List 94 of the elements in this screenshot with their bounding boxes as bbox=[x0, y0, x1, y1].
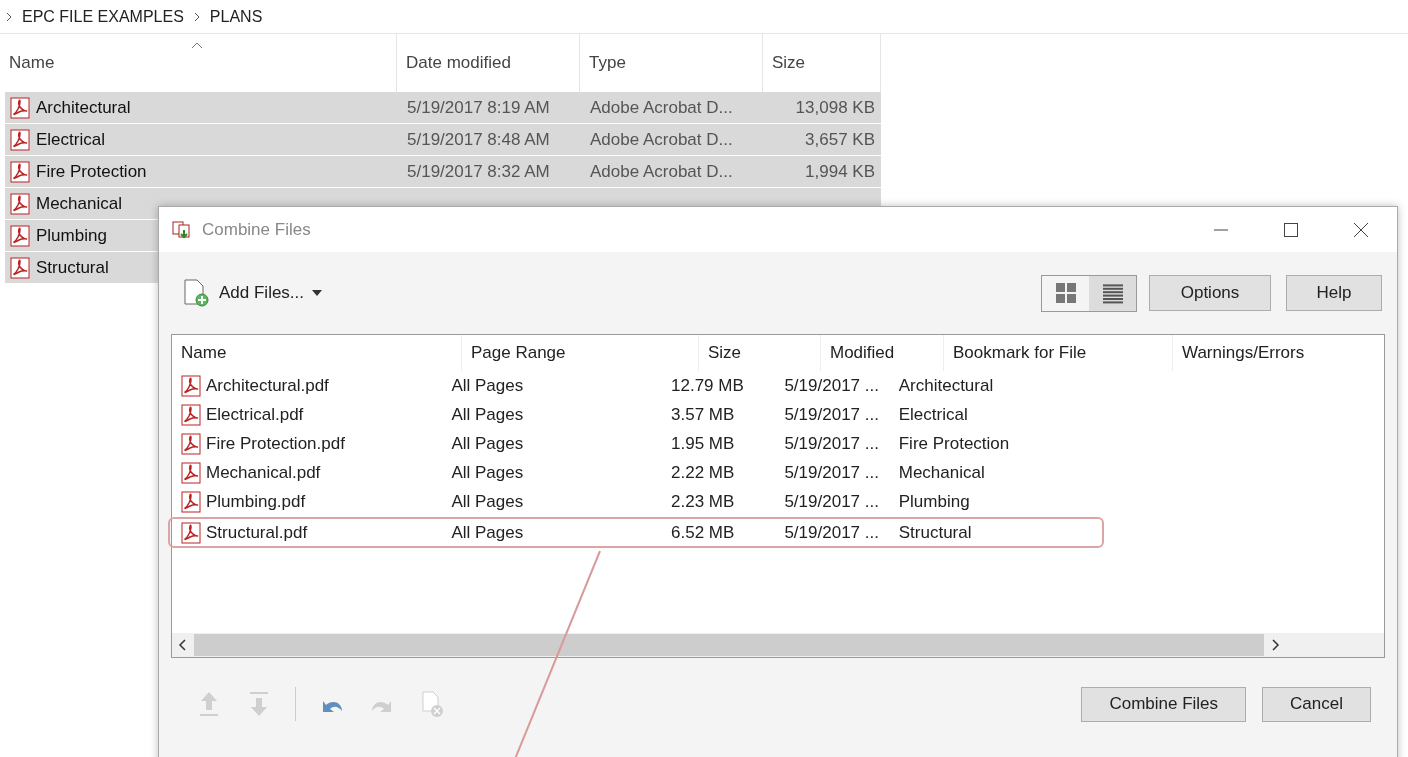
file-name: Plumbing bbox=[36, 225, 107, 246]
bookmark-cell-text: Plumbing bbox=[897, 490, 971, 513]
page-range-cell-text: All Pages bbox=[450, 432, 525, 455]
file-name: Mechanical.pdf bbox=[206, 462, 321, 483]
size-cell-text: 1,994 KB bbox=[804, 160, 876, 183]
window-title: Combine Files bbox=[202, 219, 311, 240]
type-cell-text: Adobe Acrobat D... bbox=[589, 96, 734, 119]
options-button[interactable]: Options bbox=[1149, 275, 1271, 311]
pdf-file-icon bbox=[180, 374, 202, 397]
page-range-cell-text: All Pages bbox=[450, 490, 525, 513]
modified-cell-text: 5/19/2017 ... bbox=[783, 461, 880, 484]
file-row[interactable]: Mechanical.pdf All Pages 2.22 MB 5/19/2017 ... Mechanical bbox=[168, 459, 1104, 486]
column-header[interactable]: Bookmark for File bbox=[944, 335, 1173, 371]
pdf-file-icon bbox=[9, 256, 31, 279]
pdf-file-icon bbox=[9, 160, 31, 183]
sort-caret-icon bbox=[191, 42, 203, 49]
bookmark-cell-text: Mechanical bbox=[897, 461, 986, 484]
column-header[interactable]: Warnings/Errors bbox=[1173, 335, 1383, 371]
list-view-button[interactable] bbox=[1089, 275, 1136, 311]
pdf-file-icon bbox=[9, 224, 31, 247]
size-cell-text: 2.23 MB bbox=[670, 490, 736, 513]
combine-files-icon bbox=[171, 219, 193, 240]
page-range-cell-text: All Pages bbox=[450, 461, 525, 484]
file-row[interactable]: Plumbing.pdf All Pages 2.23 MB 5/19/2017 ... Plumbing bbox=[168, 488, 1104, 515]
chevron-icon bbox=[6, 11, 12, 22]
maximize-icon[interactable] bbox=[1283, 221, 1299, 238]
bookmark-cell-text: Electrical bbox=[897, 403, 969, 426]
file-row[interactable]: Electrical 5/19/2017 8:48 AM Adobe Acrobat D... 3,657 KB bbox=[5, 124, 881, 156]
highlighted-row[interactable]: Structural.pdf All Pages 6.52 MB 5/19/2017 ... Structural bbox=[168, 517, 1104, 548]
file-row[interactable]: Electrical.pdf All Pages 3.57 MB 5/19/2017 ... Electrical bbox=[168, 401, 1104, 428]
breadcrumb-item[interactable]: EPC FILE EXAMPLES bbox=[22, 7, 184, 26]
page-range-cell-text: All Pages bbox=[450, 521, 525, 544]
bookmark-cell-text: Structural bbox=[897, 521, 973, 544]
help-button[interactable]: Help bbox=[1286, 275, 1382, 311]
combine-files-button[interactable]: Combine Files bbox=[1081, 686, 1247, 722]
file-name: Fire Protection bbox=[36, 161, 147, 182]
modified-cell-text: 5/19/2017 ... bbox=[783, 521, 880, 544]
grid-icon bbox=[1054, 282, 1077, 304]
size-cell-text: 6.52 MB bbox=[670, 521, 736, 544]
bookmark-cell-text: Fire Protection bbox=[897, 432, 1011, 455]
size-cell-text: 13,098 KB bbox=[794, 96, 876, 119]
file-name: Mechanical bbox=[36, 193, 122, 214]
close-icon[interactable] bbox=[1353, 221, 1369, 238]
type-cell-text: Adobe Acrobat D... bbox=[589, 128, 734, 151]
pdf-file-icon bbox=[180, 490, 202, 513]
list-icon bbox=[1101, 282, 1124, 304]
scroll-left-icon[interactable] bbox=[178, 639, 188, 651]
size-cell-text: 3,657 KB bbox=[804, 128, 876, 151]
pdf-file-icon bbox=[9, 128, 31, 151]
modified-cell-text: 5/19/2017 ... bbox=[783, 374, 880, 397]
breadcrumb-item[interactable]: PLANS bbox=[209, 7, 263, 26]
size-cell-text: 3.57 MB bbox=[670, 403, 736, 426]
bookmark-cell-text: Architectural bbox=[897, 374, 995, 397]
column-header[interactable]: Name bbox=[172, 335, 462, 371]
column-header[interactable]: Page Range bbox=[462, 335, 699, 371]
pdf-file-icon bbox=[180, 521, 202, 544]
horizontal-scrollbar[interactable] bbox=[172, 633, 1384, 657]
file-name: Structural.pdf bbox=[206, 522, 308, 543]
column-header[interactable]: Modified bbox=[821, 335, 944, 371]
modified-cell-text: 5/19/2017 ... bbox=[783, 403, 880, 426]
chevron-icon bbox=[193, 11, 200, 22]
file-name: Plumbing.pdf bbox=[206, 491, 306, 512]
file-row[interactable]: Fire Protection.pdf All Pages 1.95 MB 5/19/2017 ... Fire Protection bbox=[168, 430, 1104, 457]
add-files-button[interactable]: Add Files... bbox=[181, 278, 323, 308]
modified-cell-text: 5/19/2017 ... bbox=[783, 490, 880, 513]
page-range-cell-text: All Pages bbox=[450, 403, 525, 426]
scroll-right-icon[interactable] bbox=[1270, 639, 1280, 651]
date-cell-text: 5/19/2017 8:48 AM bbox=[406, 128, 551, 151]
date-cell-text: 5/19/2017 8:19 AM bbox=[406, 96, 551, 119]
file-row[interactable]: Fire Protection 5/19/2017 8:32 AM Adobe Acrobat D... 1,994 KB bbox=[5, 156, 881, 188]
pdf-file-icon bbox=[180, 403, 202, 426]
file-name: Architectural.pdf bbox=[206, 375, 329, 396]
size-cell-text: 2.22 MB bbox=[670, 461, 736, 484]
page-range-cell-text: All Pages bbox=[450, 374, 525, 397]
pdf-file-icon bbox=[9, 96, 31, 119]
file-name: Electrical.pdf bbox=[206, 404, 304, 425]
cancel-button[interactable]: Cancel bbox=[1262, 686, 1371, 722]
column-header[interactable]: Size bbox=[699, 335, 821, 371]
file-name: Architectural bbox=[36, 97, 131, 118]
type-cell-text: Adobe Acrobat D... bbox=[589, 160, 734, 183]
modified-cell-text: 5/19/2017 ... bbox=[783, 432, 880, 455]
file-row[interactable]: Architectural 5/19/2017 8:19 AM Adobe Acrobat D... 13,098 KB bbox=[5, 92, 881, 124]
size-cell-text: 12.79 MB bbox=[670, 374, 745, 397]
size-cell-text: 1.95 MB bbox=[670, 432, 736, 455]
file-name: Electrical bbox=[36, 129, 105, 150]
date-cell-text: 5/19/2017 8:32 AM bbox=[406, 160, 551, 183]
file-name: Structural bbox=[36, 257, 109, 278]
pdf-file-icon bbox=[180, 432, 202, 455]
pdf-file-icon bbox=[9, 192, 31, 215]
file-row[interactable]: Architectural.pdf All Pages 12.79 MB 5/19/2017 ... Architectural bbox=[168, 372, 1104, 399]
pdf-file-icon bbox=[180, 461, 202, 484]
add-file-icon bbox=[181, 278, 211, 308]
file-name: Fire Protection.pdf bbox=[206, 433, 345, 454]
dropdown-caret-icon bbox=[312, 290, 323, 296]
